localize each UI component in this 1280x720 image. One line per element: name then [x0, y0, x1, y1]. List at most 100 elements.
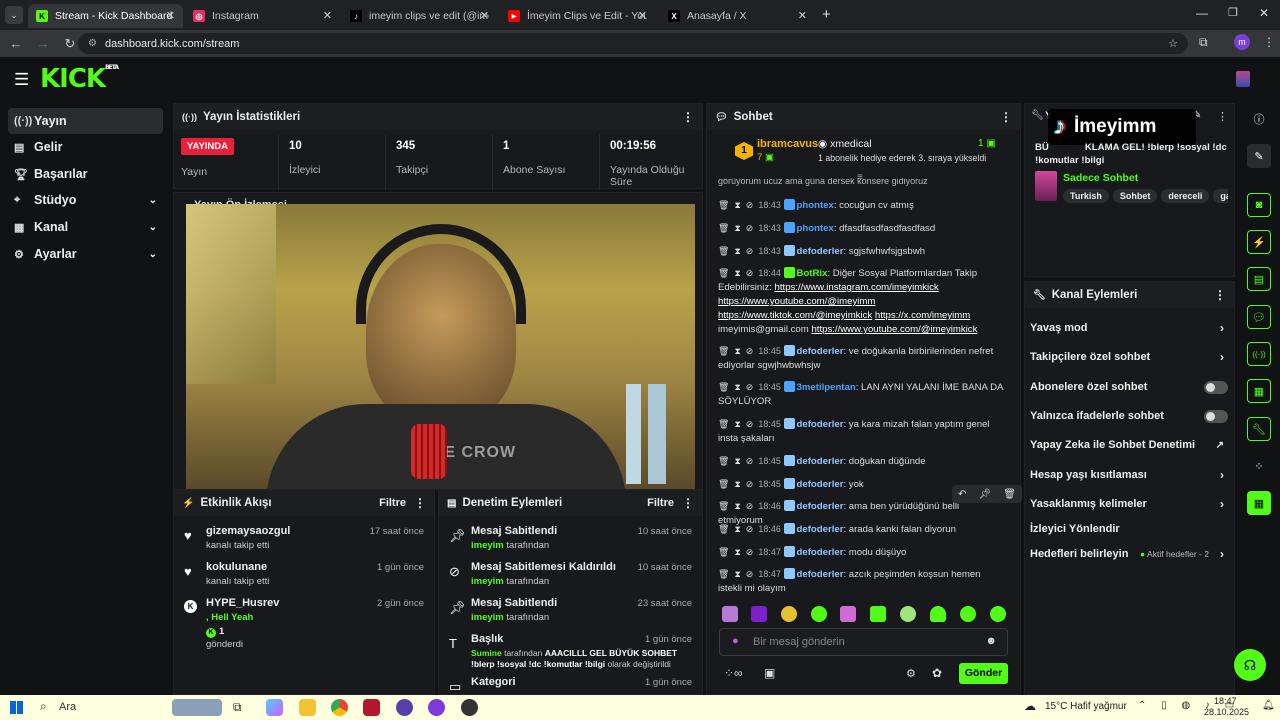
sidebar-item-kanal[interactable]: ▦ Kanal ⌄ [8, 214, 163, 240]
clapperboard-icon[interactable]: ▦ [1247, 491, 1271, 515]
emote-icon[interactable] [722, 606, 738, 622]
site-info-icon[interactable]: ⚙ [88, 38, 97, 49]
chrome-icon[interactable] [331, 699, 348, 716]
timeout-icon[interactable]: ⧗ [734, 382, 740, 392]
delete-icon[interactable]: 🗑︎ [718, 456, 729, 466]
stream-preview-video[interactable]: THE CROW [186, 204, 695, 489]
action-goals[interactable]: Hedefleri belirleyin ● Aktif hedefler - 2… [1030, 542, 1228, 566]
message-user[interactable]: defoderler [797, 569, 844, 580]
delete-icon[interactable]: 🗑︎ [1003, 489, 1016, 500]
message-link[interactable]: https://www.youtube.com/@imeyimkick [811, 324, 977, 335]
microphone-icon[interactable]: ● [732, 635, 739, 647]
event-user[interactable]: kokulunane [206, 561, 267, 573]
more-icon[interactable]: ⋮ [682, 110, 694, 124]
restore-button[interactable]: ❐ [1228, 6, 1238, 19]
delete-icon[interactable]: 🗑︎ [718, 382, 729, 392]
reply-icon[interactable]: ↶ [958, 489, 966, 500]
apps-icon[interactable]: ⁘ [1247, 454, 1271, 478]
info-icon[interactable]: ⓘ [1247, 107, 1271, 131]
profile-avatar[interactable]: m [1234, 34, 1250, 50]
tab-kick-dashboard[interactable]: K Stream - Kick Dashboard ✕ [28, 4, 183, 28]
extensions-icon[interactable]: ⧉ [1199, 35, 1208, 50]
timeout-icon[interactable]: ⧗ [734, 346, 740, 356]
ban-icon[interactable]: ⊘ [746, 479, 754, 489]
timeout-icon[interactable]: ⧗ [734, 569, 740, 579]
timeout-icon[interactable]: ⧗ [734, 200, 740, 210]
toggle-switch[interactable] [1204, 409, 1228, 423]
sidebar-item-gelir[interactable]: ▤ Gelir [8, 134, 163, 160]
ban-icon[interactable]: ⊘ [746, 382, 754, 392]
delete-icon[interactable]: 🗑︎ [718, 501, 729, 511]
moderator-name[interactable]: imeyim [471, 612, 504, 623]
chat-bubble-icon[interactable]: 💬︎ [1247, 305, 1271, 329]
chat-settings-icon[interactable]: ⚙ [906, 667, 916, 680]
delete-icon[interactable]: 🗑︎ [718, 569, 729, 579]
message-link[interactable]: https://www.instagram.com/imeyimkick [775, 282, 939, 293]
message-user[interactable]: defoderler [797, 547, 844, 558]
message-user[interactable]: defoderler [797, 419, 844, 430]
message-link[interactable]: https://www.youtube.com/@imeyimm [718, 296, 875, 307]
emote-icon[interactable] [870, 606, 886, 622]
message-user[interactable]: phontex [797, 200, 834, 211]
tab-tiktok[interactable]: ♪ imeyim clips ve edit (@imeyimk ✕ [342, 4, 497, 28]
clock-date[interactable]: 28.10.2025 [1204, 707, 1249, 717]
more-icon[interactable]: ⋮ [1000, 110, 1012, 124]
close-window-button[interactable]: ✕ [1259, 6, 1269, 20]
kick-logo[interactable]: KICKBETA [40, 64, 119, 94]
ban-icon[interactable]: ⊘ [746, 547, 754, 557]
timeout-icon[interactable]: ⧗ [734, 268, 740, 278]
action-banned-words[interactable]: Yasaklanmış kelimeler › [1030, 492, 1228, 516]
close-icon[interactable]: ✕ [480, 9, 489, 22]
action-followers-only[interactable]: Takipçilere özel sohbet › [1030, 345, 1228, 369]
message-link[interactable]: https://www.tiktok.com/@imeyimkick [718, 310, 872, 321]
action-account-age[interactable]: Hesap yaşı kısıtlaması › [1030, 463, 1228, 487]
hamburger-icon[interactable]: ☰ [14, 70, 29, 90]
top-gifter-name[interactable]: ibramcavus [757, 138, 818, 150]
copilot-icon[interactable] [266, 699, 283, 716]
task-view-icon[interactable]: ⧉ [233, 700, 242, 715]
delete-icon[interactable]: 🗑︎ [718, 419, 729, 429]
app-icon[interactable] [428, 699, 445, 716]
delete-icon[interactable]: 🗑︎ [718, 223, 729, 233]
new-tab-button[interactable]: + [822, 6, 831, 23]
delete-icon[interactable]: 🗑︎ [718, 479, 729, 489]
tag[interactable]: Turkish [1063, 189, 1109, 203]
gift-box-icon[interactable]: ▣ [764, 666, 775, 680]
message-user[interactable]: defoderler [797, 246, 844, 257]
search-icon[interactable]: ⌕ [40, 699, 47, 714]
tag[interactable]: gamin [1213, 189, 1228, 203]
back-icon[interactable]: ← [5, 36, 27, 51]
event-user[interactable]: gizemaysaozgul [206, 525, 290, 537]
timeout-icon[interactable]: ⧗ [734, 419, 740, 429]
action-emotes-only[interactable]: Yalnızca ifadelerle sohbet [1030, 404, 1228, 428]
filter-button[interactable]: Filtre [647, 497, 674, 509]
filter-button[interactable]: Filtre [379, 497, 406, 509]
edit-stream-icon[interactable]: ✎ [1247, 144, 1271, 168]
bookmark-star-icon[interactable]: ☆ [1168, 37, 1178, 50]
notes-icon[interactable]: ▤ [1247, 267, 1271, 291]
tab-instagram[interactable]: ◎ Instagram ✕ [185, 4, 340, 28]
category-name[interactable]: Sadece Sohbet [1063, 172, 1138, 184]
ban-icon[interactable]: ⊘ [746, 419, 754, 429]
ban-icon[interactable]: ⊘ [746, 346, 754, 356]
ban-icon[interactable]: ⊘ [746, 268, 754, 278]
infinity-icon[interactable]: ⁘∞ [724, 666, 743, 680]
close-icon[interactable]: ✕ [323, 9, 332, 22]
tag[interactable]: Sohbet [1112, 189, 1158, 203]
message-user[interactable]: 3metilpentan [797, 382, 856, 393]
chrome-profile-icon[interactable] [461, 699, 478, 716]
close-icon[interactable]: ✕ [166, 9, 175, 22]
ban-icon[interactable]: ⊘ [746, 501, 754, 511]
forward-icon[interactable]: → [32, 36, 54, 51]
delete-icon[interactable]: 🗑︎ [718, 346, 729, 356]
notification-bell-icon[interactable]: 🔔︎ [1262, 700, 1275, 711]
bolt-icon[interactable]: ⚡ [1247, 230, 1271, 254]
ban-icon[interactable]: ⊘ [746, 223, 754, 233]
tab-x[interactable]: X Anasayfa / X ✕ [660, 4, 815, 28]
taskbar-search[interactable]: Ara [59, 701, 76, 713]
emote-icon[interactable] [960, 606, 976, 622]
tab-youtube[interactable]: ▶ İmeyim Clips ve Edit - YouTube ✕ [500, 4, 655, 28]
timeout-icon[interactable]: ⧗ [734, 246, 740, 256]
pin-icon[interactable]: 📌︎ [978, 489, 991, 500]
moderator-name[interactable]: imeyim [471, 540, 504, 551]
